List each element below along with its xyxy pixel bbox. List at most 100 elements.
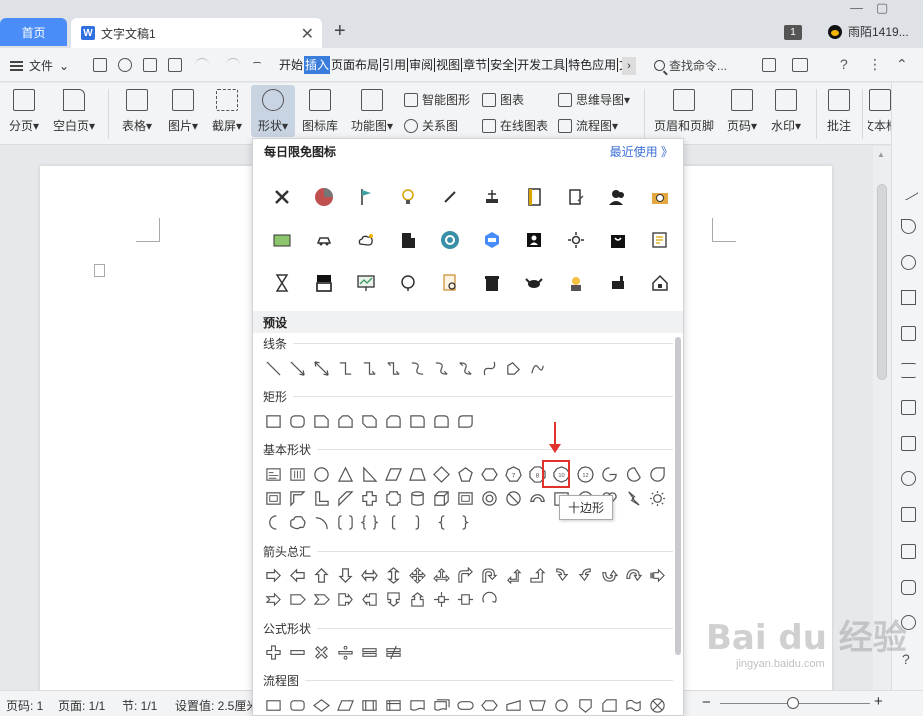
shape-curved-right-arrow[interactable]	[549, 566, 573, 584]
tools-icon[interactable]	[272, 187, 292, 207]
shape-right-arrow[interactable]	[261, 566, 285, 584]
tab-document[interactable]: W 文字文稿1 ✕	[71, 18, 322, 48]
shape-heptagon[interactable]: 7	[501, 465, 525, 483]
presentation-board-icon[interactable]	[356, 273, 376, 293]
shape-u-turn-arrow[interactable]	[477, 566, 501, 584]
shape-flowchart-alternate-process[interactable]	[285, 696, 309, 714]
save-icon[interactable]	[93, 58, 107, 72]
shape-moon[interactable]	[261, 513, 285, 531]
shape-flowchart-terminator[interactable]	[453, 696, 477, 714]
shape-cross[interactable]	[357, 489, 381, 507]
shape-dodecagon[interactable]: 12	[573, 465, 597, 483]
tab-view[interactable]: 视图	[435, 56, 461, 74]
shape-line[interactable]	[261, 359, 285, 377]
picture-side-icon[interactable]	[901, 544, 916, 559]
shape-up-arrow-callout[interactable]	[405, 590, 429, 608]
user-account[interactable]: 雨陌1419...	[828, 23, 909, 40]
pen-icon[interactable]	[898, 180, 919, 201]
shape-diagonal-stripe[interactable]	[333, 489, 357, 507]
tab-developer[interactable]: 开发工具	[516, 56, 566, 74]
shape-lightning-bolt[interactable]	[621, 489, 645, 507]
watermark-button[interactable]: 水印▾	[768, 87, 804, 134]
recently-used-link[interactable]: 最近使用 》	[610, 143, 673, 160]
shape-rounded-rectangle[interactable]	[285, 412, 309, 430]
sale-sign-icon[interactable]	[314, 273, 334, 293]
shape-double-bracket[interactable]	[333, 513, 357, 531]
shapes-button[interactable]: 形状▾	[251, 85, 295, 137]
tab-page-layout[interactable]: 页面布局	[330, 56, 380, 74]
shape-flowchart-preparation[interactable]	[477, 696, 501, 714]
shape-pie[interactable]	[597, 465, 621, 483]
house-lock-icon[interactable]	[650, 273, 670, 293]
brain-icon[interactable]	[398, 273, 418, 293]
shape-not-equal[interactable]	[381, 643, 405, 661]
shape-teardrop[interactable]	[645, 465, 669, 483]
more-options-icon[interactable]: ⋮	[868, 56, 882, 73]
shape-flowchart-multidocument[interactable]	[429, 696, 453, 714]
translate-icon[interactable]	[901, 471, 916, 486]
shape-flowchart-punched-tape[interactable]	[621, 696, 645, 714]
shape-multiply[interactable]	[309, 643, 333, 661]
shape-no-symbol[interactable]	[501, 489, 525, 507]
shape-left-up-arrow[interactable]	[501, 566, 525, 584]
shape-sun[interactable]	[645, 489, 669, 507]
scroll-up-icon[interactable]: ▲	[877, 150, 885, 159]
shape-snip-diagonal-rectangle[interactable]	[357, 412, 381, 430]
shape-l-shape[interactable]	[309, 489, 333, 507]
shape-right-arrow-callout[interactable]	[333, 590, 357, 608]
tab-chapter[interactable]: 章节	[462, 56, 488, 74]
shape-rectangle[interactable]	[261, 412, 285, 430]
shape-down-arrow[interactable]	[333, 566, 357, 584]
hourglass-icon[interactable]	[272, 273, 292, 293]
scrollbar-thumb[interactable]	[877, 184, 887, 380]
tab-security[interactable]: 安全	[489, 56, 515, 74]
vertical-scrollbar[interactable]: ▲	[873, 146, 891, 690]
shape-flowchart-manual-input[interactable]	[501, 696, 525, 714]
shape-quad-arrow-callout[interactable]	[429, 590, 453, 608]
shape-block-arc[interactable]	[525, 489, 549, 507]
hexagon-badge-icon[interactable]	[482, 230, 502, 250]
shape-pentagon[interactable]	[453, 465, 477, 483]
command-search[interactable]: 查找命令...	[654, 57, 727, 74]
shape-plus[interactable]	[261, 643, 285, 661]
shape-triangle[interactable]	[333, 465, 357, 483]
trash-bin-icon[interactable]	[482, 273, 502, 293]
cloud-sync-icon[interactable]	[792, 58, 808, 72]
shape-pentagon-arrow[interactable]	[285, 590, 309, 608]
new-tab-button[interactable]: +	[334, 20, 346, 43]
shape-equal[interactable]	[357, 643, 381, 661]
pen-tool-icon[interactable]	[440, 187, 460, 207]
shape-flowchart-internal-storage[interactable]	[381, 696, 405, 714]
picture-button[interactable]: 图片▾	[164, 87, 202, 134]
target-icon[interactable]	[440, 230, 460, 250]
zoom-slider-knob[interactable]	[787, 697, 799, 709]
export-pdf-icon[interactable]	[118, 58, 132, 72]
shape-hexagon[interactable]	[477, 465, 501, 483]
setting-value[interactable]: 设置值: 2.5厘米	[175, 697, 258, 714]
shape-chevron[interactable]	[309, 590, 333, 608]
shape-left-right-arrow[interactable]	[357, 566, 381, 584]
shape-left-bracket[interactable]	[381, 513, 405, 531]
shape-circular-arrow[interactable]	[477, 590, 501, 608]
print-icon[interactable]	[143, 58, 157, 72]
shape-vertical-text-box[interactable]	[285, 465, 309, 483]
more-tabs-button[interactable]: ›	[622, 57, 636, 75]
image-tool-icon[interactable]	[901, 400, 916, 415]
textbox-button[interactable]: 文本框	[868, 87, 892, 134]
worker-icon[interactable]	[566, 273, 586, 293]
file-menu[interactable]: 文件 ⌄	[10, 57, 69, 74]
shape-notched-right-arrow[interactable]	[261, 590, 285, 608]
pie-chart-icon[interactable]	[314, 187, 334, 207]
page-number-button[interactable]: 页码▾	[724, 87, 760, 134]
tab-special-apps[interactable]: 特色应用	[567, 56, 617, 74]
adjust-icon[interactable]	[901, 363, 916, 378]
contact-card-icon[interactable]	[524, 230, 544, 250]
tab-insert[interactable]: 插入	[304, 56, 331, 74]
comment-button[interactable]: 批注	[824, 87, 854, 134]
shape-up-down-arrow[interactable]	[381, 566, 405, 584]
file-search-icon[interactable]	[440, 273, 460, 293]
shape-text-box[interactable]	[261, 465, 285, 483]
page-count[interactable]: 页面: 1/1	[58, 697, 105, 714]
shape-curved-connector[interactable]	[405, 359, 429, 377]
shape-bevel[interactable]	[453, 489, 477, 507]
